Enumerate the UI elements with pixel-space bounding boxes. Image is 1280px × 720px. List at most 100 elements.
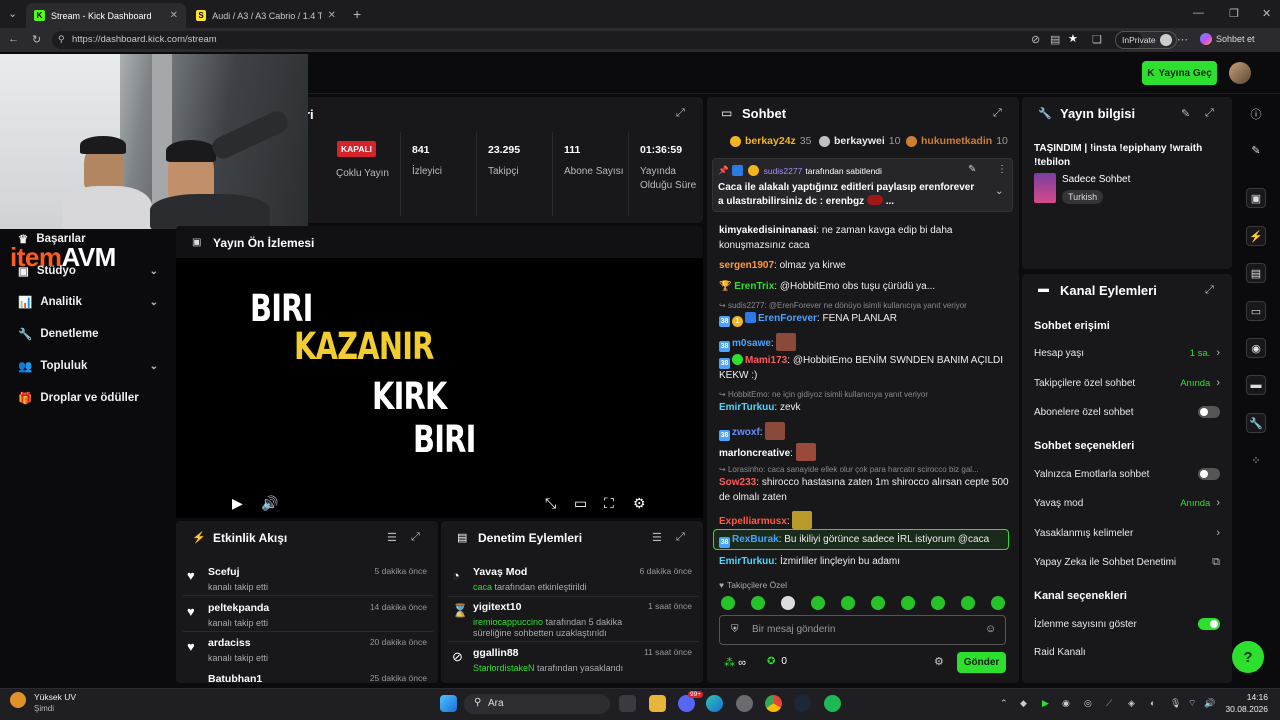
- avatar[interactable]: [1229, 62, 1251, 84]
- setting-ai-moderation[interactable]: Yapay Zeka ile Sohbet Denetimi ⧉: [1034, 556, 1220, 569]
- maximize-icon[interactable]: ❐: [1229, 7, 1239, 20]
- more-icon[interactable]: ⋯: [1177, 33, 1188, 46]
- chat-username[interactable]: EmirTurkuu: [719, 402, 774, 413]
- lightning-icon[interactable]: ⚡: [1246, 226, 1266, 246]
- channel-icon[interactable]: ▬: [1246, 375, 1266, 395]
- tracking-icon[interactable]: ⊘: [1031, 33, 1040, 46]
- spotify-icon[interactable]: [824, 695, 841, 712]
- chat-username[interactable]: kimyakedisininanasi: [719, 225, 816, 236]
- emote-icon[interactable]: [781, 596, 795, 610]
- setting-account-age[interactable]: Hesap yaşı 1 sa. ›: [1034, 347, 1220, 359]
- file-explorer-icon[interactable]: [649, 695, 666, 712]
- edit-icon[interactable]: ✎: [1181, 107, 1190, 120]
- mod-actor[interactable]: StarlordistakeN: [473, 663, 535, 673]
- emote-icon[interactable]: [901, 596, 915, 610]
- chat-username[interactable]: RexBurak: [732, 534, 779, 545]
- go-live-button[interactable]: K Yayına Geç: [1142, 61, 1217, 85]
- chat-username[interactable]: zwoxf: [732, 427, 760, 438]
- new-tab-icon[interactable]: +: [353, 6, 361, 22]
- sidebar-item-drops[interactable]: 🎁 Droplar ve ödüller: [18, 391, 158, 405]
- inprivate-badge[interactable]: InPrivate: [1115, 31, 1177, 49]
- chat-icon[interactable]: ▭: [1246, 301, 1266, 321]
- filter-icon[interactable]: ☰: [387, 531, 397, 544]
- emoji-picker-icon[interactable]: ☺: [985, 623, 996, 635]
- steam-icon[interactable]: [794, 695, 811, 712]
- chevron-down-icon[interactable]: ⌄: [995, 186, 1003, 197]
- chrome-icon[interactable]: [765, 695, 782, 712]
- chat-username[interactable]: marloncreative: [719, 448, 790, 459]
- expand-icon[interactable]: ⤢: [1205, 107, 1214, 120]
- expand-icon[interactable]: ⤢: [676, 107, 685, 120]
- tag-chip[interactable]: Turkish: [1062, 190, 1104, 204]
- sidebar-item-community[interactable]: 👥 Topluluk ⌄: [18, 359, 158, 373]
- close-icon[interactable]: ✕: [170, 10, 178, 21]
- edge-icon[interactable]: [706, 695, 723, 712]
- site-info-icon[interactable]: ⚲: [58, 34, 65, 45]
- taskbar-time[interactable]: 14:16: [1230, 692, 1268, 702]
- chat-username[interactable]: Sow233: [719, 477, 756, 488]
- task-view-icon[interactable]: [619, 695, 636, 712]
- volume-icon[interactable]: 🔊: [1204, 698, 1215, 709]
- chat-users-icon[interactable]: ⁂ ∞: [724, 656, 746, 669]
- info-icon[interactable]: ⓘ: [1246, 104, 1266, 124]
- sidebar-item-moderation[interactable]: 🔧 Denetleme: [18, 327, 158, 341]
- window-close-icon[interactable]: ✕: [1262, 7, 1271, 20]
- edit-icon[interactable]: ✎: [1246, 140, 1266, 160]
- chat-username[interactable]: Mami173: [745, 355, 787, 366]
- filter-icon[interactable]: ☰: [652, 531, 662, 544]
- play-icon[interactable]: ▶: [232, 495, 243, 512]
- leaderboard-entry[interactable]: berkay24z 35: [730, 135, 811, 147]
- chat-username[interactable]: sergen1907: [719, 260, 774, 271]
- channel-points[interactable]: ✪ 0: [767, 656, 787, 667]
- unpin-icon[interactable]: ✎: [968, 164, 976, 175]
- close-icon[interactable]: ✕: [328, 10, 336, 21]
- send-button[interactable]: Gönder: [957, 652, 1006, 673]
- chat-username[interactable]: m0sawe: [732, 338, 771, 349]
- emote-icon[interactable]: [931, 596, 945, 610]
- expand-icon[interactable]: ⤢: [993, 107, 1002, 120]
- minimize-icon[interactable]: —: [1193, 7, 1204, 19]
- setting-slow-mode[interactable]: Yavaş mod Anında ›: [1034, 497, 1220, 509]
- tray-app-icon[interactable]: ◆: [1020, 698, 1027, 709]
- volume-icon[interactable]: 🔊: [261, 495, 278, 512]
- emote-icon[interactable]: [961, 596, 975, 610]
- tray-app-icon[interactable]: ◐: [1150, 698, 1155, 708]
- back-icon[interactable]: ←: [8, 33, 19, 45]
- fullscreen-icon[interactable]: ⛶: [604, 495, 614, 512]
- more-vertical-icon[interactable]: ⋮: [997, 164, 1007, 175]
- theater-icon[interactable]: ▭: [574, 495, 587, 512]
- chat-username[interactable]: ErenForever: [758, 313, 817, 324]
- setting-banned-words[interactable]: Yasaklanmış kelimeler ›: [1034, 527, 1220, 539]
- expand-icon[interactable]: ⤢: [676, 531, 685, 544]
- emote-icon[interactable]: [721, 596, 735, 610]
- start-icon[interactable]: [440, 695, 457, 712]
- weather-title[interactable]: Yüksek UV: [34, 692, 76, 702]
- taskbar-search[interactable]: Ara: [464, 694, 610, 714]
- leaderboard-entry[interactable]: hukumetkadin 10: [906, 135, 1008, 147]
- category-name[interactable]: Sadece Sohbet: [1062, 174, 1130, 185]
- chat-username[interactable]: Expelliarmusx: [719, 516, 787, 527]
- record-icon[interactable]: ◉: [1246, 338, 1266, 358]
- list-icon[interactable]: ▤: [1246, 263, 1266, 283]
- tab-audi[interactable]: S Audi / A3 / A3 Cabrio / 1.4 TFSI / ...…: [188, 3, 344, 28]
- emote-icon[interactable]: [751, 596, 765, 610]
- shield-icon[interactable]: ⛨: [731, 624, 739, 635]
- gear-icon[interactable]: ⚙: [934, 655, 944, 668]
- popout-icon[interactable]: ⤡: [545, 495, 556, 512]
- url-field[interactable]: https://dashboard.kick.com/stream: [52, 31, 1142, 49]
- favorite-star-icon[interactable]: ★: [1068, 32, 1078, 45]
- network-icon[interactable]: ⌔: [1188, 698, 1196, 709]
- chat-username[interactable]: EmirTurkuu: [719, 556, 774, 567]
- app-icon[interactable]: [736, 695, 753, 712]
- mod-actor[interactable]: caca: [473, 582, 492, 592]
- setting-followers-only[interactable]: Takipçilere özel sohbet Anında ›: [1034, 377, 1220, 389]
- gear-icon[interactable]: ⚙: [633, 495, 646, 512]
- emote-icon[interactable]: [871, 596, 885, 610]
- tray-steam-icon[interactable]: ◎: [1084, 698, 1092, 709]
- sidebar-item-analytics[interactable]: 📊 Analitik ⌄: [18, 295, 158, 309]
- tray-app-icon[interactable]: ◉: [1062, 698, 1070, 709]
- expand-icon[interactable]: ⤢: [1205, 284, 1214, 297]
- pinned-by[interactable]: sudis2277: [764, 166, 803, 176]
- taskbar-date[interactable]: 30.08.2026: [1222, 704, 1268, 714]
- help-button[interactable]: ?: [1232, 641, 1264, 673]
